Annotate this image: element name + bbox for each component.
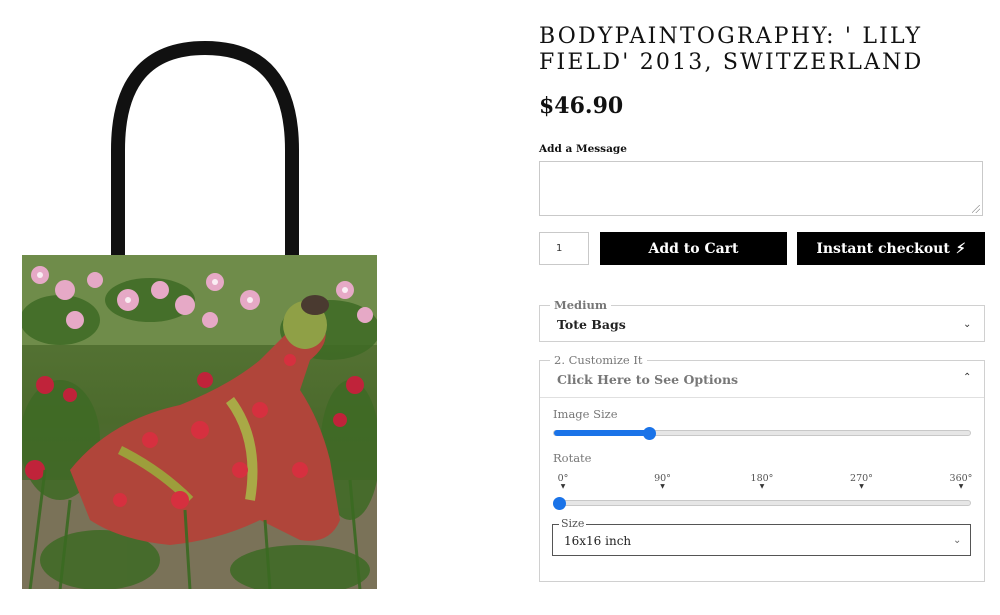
rotate-tick: 180° ▼	[747, 473, 777, 490]
image-size-fill	[554, 430, 650, 436]
product-price: $46.90	[539, 93, 624, 119]
product-title: BODYPAINTOGRAPHY: ' LILY FIELD' 2013, SW…	[539, 24, 924, 75]
size-value: 16x16 inch	[564, 534, 632, 548]
quantity-input[interactable]: 1	[539, 232, 589, 265]
instant-checkout-button[interactable]: Instant checkout ⚡︎	[797, 232, 985, 265]
tick-arrow-icon: ▼	[759, 483, 765, 490]
lightning-bolt-icon: ⚡︎	[955, 240, 966, 257]
image-size-label: Image Size	[553, 407, 618, 421]
add-to-cart-label: Add to Cart	[648, 240, 739, 257]
tick-arrow-icon: ▼	[560, 483, 566, 490]
customize-header: Click Here to See Options	[557, 372, 739, 387]
rotate-tick: 0° ▼	[548, 473, 578, 490]
rotate-tick: 270° ▼	[847, 473, 877, 490]
tote-bag-photo	[22, 40, 377, 589]
chevron-down-icon: ⌄	[953, 535, 962, 546]
product-image[interactable]	[0, 0, 400, 615]
medium-select[interactable]: Medium Tote Bags ⌄	[539, 298, 985, 342]
rotate-thumb[interactable]	[553, 497, 566, 510]
size-legend: Size	[559, 517, 587, 531]
rotate-label: Rotate	[553, 451, 592, 465]
medium-legend: Medium	[550, 298, 611, 312]
rotate-tick: 90° ▼	[648, 473, 678, 490]
image-size-thumb[interactable]	[642, 427, 656, 440]
tick-arrow-icon: ▼	[660, 483, 665, 490]
tick-arrow-icon: ▼	[859, 483, 864, 490]
size-select[interactable]: Size 16x16 inch ⌄	[552, 517, 971, 556]
instant-checkout-label: Instant checkout	[816, 240, 950, 257]
tick-arrow-icon: ▼	[958, 483, 964, 490]
add-to-cart-button[interactable]: Add to Cart	[600, 232, 787, 265]
message-textarea[interactable]	[539, 161, 983, 216]
image-size-slider[interactable]	[553, 430, 971, 436]
chevron-up-icon: ⌃	[963, 372, 972, 383]
rotate-slider[interactable]	[553, 500, 971, 506]
resize-grip-icon[interactable]	[972, 205, 980, 213]
customize-toggle[interactable]: Click Here to See Options ⌃	[540, 361, 984, 398]
chevron-down-icon: ⌄	[963, 319, 972, 330]
message-label: Add a Message	[539, 143, 627, 155]
medium-value: Tote Bags	[557, 317, 626, 332]
rotate-tick: 360° ▼	[946, 473, 976, 490]
